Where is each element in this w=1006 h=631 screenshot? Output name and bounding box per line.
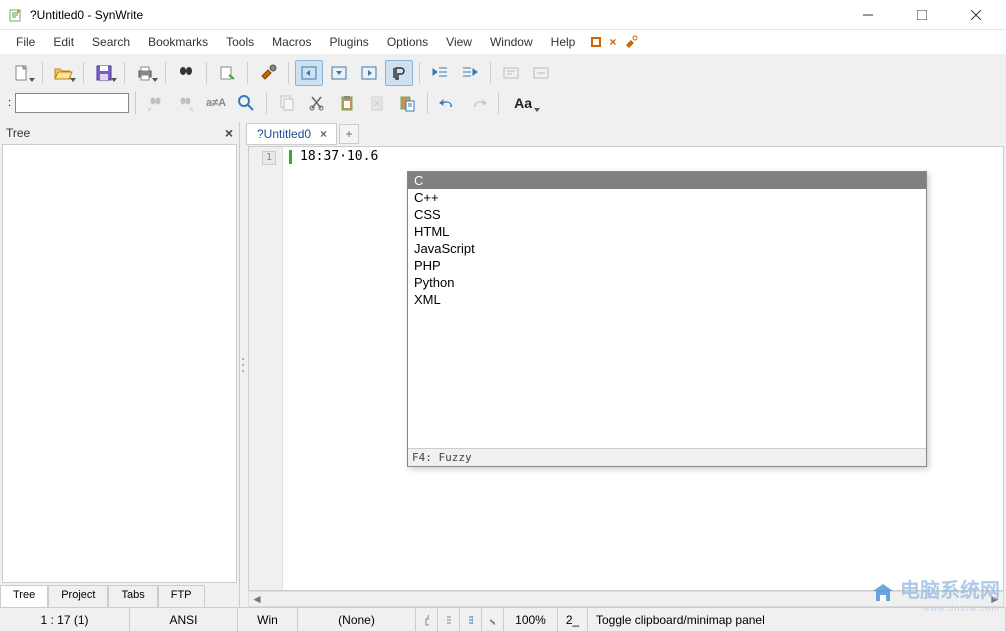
- nav-back-button[interactable]: [295, 60, 323, 86]
- editor-tab-close-button[interactable]: ×: [317, 127, 330, 141]
- paste-button[interactable]: [393, 90, 421, 116]
- code-body[interactable]: 18:37·10.6 C C++ CSS HTML JavaScript PHP…: [283, 147, 1003, 590]
- change-marker-icon: [289, 150, 292, 164]
- status-tabmode[interactable]: 2_: [558, 608, 588, 631]
- editor-tabbar: ?Untitled0 × +: [246, 122, 1006, 146]
- gutter: 1: [249, 147, 283, 590]
- sidebar-title: Tree: [6, 126, 30, 140]
- popup-item-cpp[interactable]: C++: [408, 189, 926, 206]
- editor-tab-label: ?Untitled0: [257, 127, 311, 141]
- quicksearch-input[interactable]: [15, 93, 129, 113]
- minimize-button[interactable]: [850, 1, 886, 29]
- copy-button[interactable]: [273, 90, 301, 116]
- redo-button[interactable]: [464, 90, 492, 116]
- delete-button[interactable]: [363, 90, 391, 116]
- menu-search[interactable]: Search: [84, 32, 138, 52]
- find-prev-button[interactable]: [142, 90, 170, 116]
- popup-item-php[interactable]: PHP: [408, 257, 926, 274]
- status-wrap-icon[interactable]: [438, 608, 460, 631]
- status-zoom[interactable]: 100%: [504, 608, 558, 631]
- titlebar: ?Untitled0 - SynWrite: [0, 0, 1006, 30]
- sidebar-tab-tree[interactable]: Tree: [0, 585, 48, 607]
- tree-panel[interactable]: [2, 144, 237, 583]
- case-toggle-button[interactable]: a≠A: [202, 90, 230, 116]
- indent-button[interactable]: [456, 60, 484, 86]
- status-enc[interactable]: ANSI: [130, 608, 238, 631]
- status-readonly-icon[interactable]: [482, 608, 504, 631]
- code-line: 18:37·10.6: [300, 149, 378, 164]
- sidebar-tab-ftp[interactable]: FTP: [158, 585, 205, 607]
- nav-down-button[interactable]: [325, 60, 353, 86]
- show-nonprint-button[interactable]: [385, 60, 413, 86]
- menu-bookmarks[interactable]: Bookmarks: [140, 32, 216, 52]
- status-lexer[interactable]: (None): [298, 608, 416, 631]
- menu-view[interactable]: View: [438, 32, 480, 52]
- status-lock-icon[interactable]: [416, 608, 438, 631]
- uncomment-button[interactable]: [527, 60, 555, 86]
- cut-button[interactable]: [303, 90, 331, 116]
- app-icon: [8, 7, 24, 23]
- close-doc-icon[interactable]: ×: [609, 35, 616, 49]
- status-sel-icon[interactable]: [460, 608, 482, 631]
- find-button[interactable]: [172, 60, 200, 86]
- editor[interactable]: 1 18:37·10.6 C C++ CSS HTML JavaScript P…: [248, 146, 1004, 591]
- menu-file[interactable]: File: [8, 32, 43, 52]
- open-file-button[interactable]: [49, 60, 77, 86]
- menu-edit[interactable]: Edit: [45, 32, 82, 52]
- new-tab-button[interactable]: +: [339, 124, 359, 144]
- scroll-right-icon[interactable]: ►: [987, 592, 1003, 606]
- popup-item-css[interactable]: CSS: [408, 206, 926, 223]
- menu-window[interactable]: Window: [482, 32, 541, 52]
- autocomplete-popup: C C++ CSS HTML JavaScript PHP Python XML…: [407, 171, 927, 467]
- sidebar-close-button[interactable]: ×: [225, 125, 233, 141]
- sidebar-tab-tabs[interactable]: Tabs: [108, 585, 157, 607]
- popup-item-js[interactable]: JavaScript: [408, 240, 926, 257]
- menu-help[interactable]: Help: [543, 32, 584, 52]
- menu-plugins[interactable]: Plugins: [321, 32, 376, 52]
- case-change-button[interactable]: Aa: [505, 90, 541, 116]
- comment-button[interactable]: [497, 60, 525, 86]
- popup-item-c[interactable]: C: [408, 172, 926, 189]
- save-button[interactable]: [90, 60, 118, 86]
- undo-button[interactable]: [434, 90, 462, 116]
- popup-item-html[interactable]: HTML: [408, 223, 926, 240]
- statusbar: 1 : 17 (1) ANSI Win (None) 100% 2_ Toggl…: [0, 607, 1006, 631]
- popup-item-xml[interactable]: XML: [408, 291, 926, 308]
- close-button[interactable]: [958, 1, 994, 29]
- status-pos[interactable]: 1 : 17 (1): [0, 608, 130, 631]
- editor-tab-untitled[interactable]: ?Untitled0 ×: [246, 123, 337, 145]
- new-file-button[interactable]: [8, 60, 36, 86]
- popup-footer: F4: Fuzzy: [408, 448, 926, 466]
- scroll-left-icon[interactable]: ◄: [249, 592, 265, 606]
- quicksearch-label: :: [8, 97, 11, 109]
- sidebar-tab-project[interactable]: Project: [48, 585, 108, 607]
- goto-button[interactable]: [213, 60, 241, 86]
- tools-glyph-icon[interactable]: [624, 35, 638, 49]
- menu-options[interactable]: Options: [379, 32, 436, 52]
- menu-macros[interactable]: Macros: [264, 32, 319, 52]
- toolbars: : a≠A Aa: [0, 54, 1006, 122]
- print-button[interactable]: [131, 60, 159, 86]
- sidebar: Tree × Tree Project Tabs FTP: [0, 122, 240, 607]
- clipboard-button[interactable]: [333, 90, 361, 116]
- menu-tools[interactable]: Tools: [218, 32, 262, 52]
- popup-item-python[interactable]: Python: [408, 274, 926, 291]
- status-eol[interactable]: Win: [238, 608, 298, 631]
- status-hint: Toggle clipboard/minimap panel: [588, 608, 1006, 631]
- nav-fwd-button[interactable]: [355, 60, 383, 86]
- restore-icon[interactable]: [591, 37, 601, 47]
- maximize-button[interactable]: [904, 1, 940, 29]
- unindent-button[interactable]: [426, 60, 454, 86]
- menubar: File Edit Search Bookmarks Tools Macros …: [0, 30, 1006, 54]
- window-title: ?Untitled0 - SynWrite: [30, 8, 850, 22]
- line-number: 1: [262, 151, 276, 165]
- zoom-button[interactable]: [232, 90, 260, 116]
- find-next-button[interactable]: [172, 90, 200, 116]
- settings-button[interactable]: [254, 60, 282, 86]
- horizontal-scrollbar[interactable]: ◄ ►: [248, 591, 1004, 607]
